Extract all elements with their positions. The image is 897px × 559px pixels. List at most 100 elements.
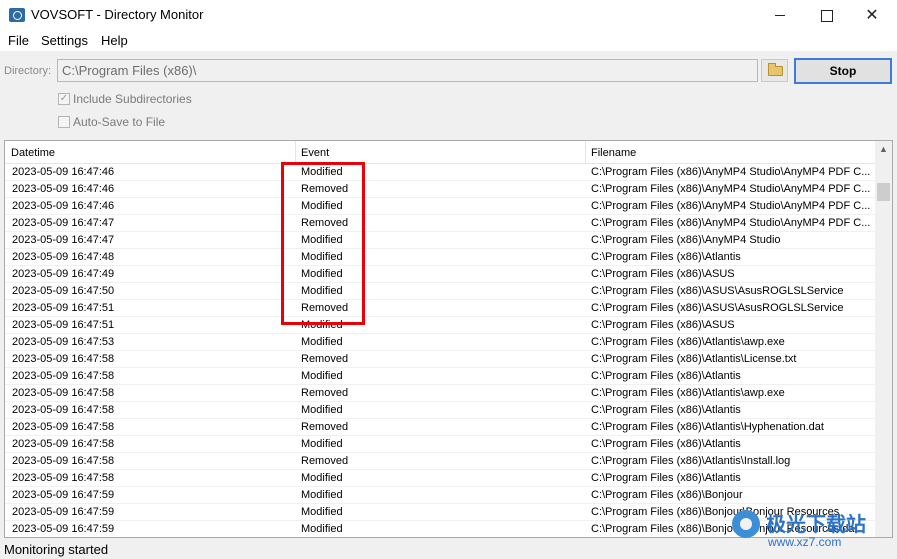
window-title: VOVSOFT - Directory Monitor (31, 7, 204, 22)
datetime-cell: 2023-05-09 16:47:59 (12, 523, 115, 535)
directory-input[interactable]: C:\Program Files (x86)\ (57, 59, 758, 82)
filename-cell: C:\Program Files (x86)\ASUS\AsusROGLSLSe… (591, 285, 844, 297)
datetime-cell: 2023-05-09 16:47:53 (12, 336, 115, 348)
auto-save-checkbox[interactable] (58, 116, 70, 128)
datetime-cell: 2023-05-09 16:47:46 (12, 200, 115, 212)
table-row[interactable]: 2023-05-09 16:47:58 Modified C:\Program Fi… (5, 368, 875, 385)
filename-cell: C:\Program Files (x86)\ASUS (591, 268, 735, 280)
datetime-cell: 2023-05-09 16:47:49 (12, 268, 115, 280)
event-cell: Modified (301, 489, 343, 501)
event-cell: Modified (301, 336, 343, 348)
table-row[interactable]: 2023-05-09 16:47:49 Modified C:\Program Fi… (5, 266, 875, 283)
table-row[interactable]: 2023-05-09 16:47:48 Modified C:\Program Fi… (5, 249, 875, 266)
datetime-cell: 2023-05-09 16:47:58 (12, 421, 115, 433)
event-column-highlight-box (281, 162, 365, 325)
event-cell: Modified (301, 370, 343, 382)
datetime-cell: 2023-05-09 16:47:46 (12, 183, 115, 195)
table-row[interactable]: 2023-05-09 16:47:59 Modified C:\Program Fi… (5, 487, 875, 504)
watermark-logo-icon (732, 510, 760, 538)
event-cell: Removed (301, 387, 349, 399)
datetime-cell: 2023-05-09 16:47:58 (12, 455, 115, 467)
event-cell: Modified (301, 506, 343, 518)
filename-cell: C:\Program Files (x86)\AnyMP4 Studio (591, 234, 781, 246)
datetime-cell: 2023-05-09 16:47:58 (12, 353, 115, 365)
datetime-cell: 2023-05-09 16:47:48 (12, 251, 115, 263)
column-header-filename[interactable]: Filename (586, 141, 875, 164)
vertical-scrollbar[interactable]: ▲ (875, 141, 892, 537)
filename-cell: C:\Program Files (x86)\AnyMP4 Studio\Any… (591, 166, 871, 178)
table-row[interactable]: 2023-05-09 16:47:50 Modified C:\Program Fi… (5, 283, 875, 300)
table-row[interactable]: 2023-05-09 16:47:58 Removed C:\Program Fil… (5, 385, 875, 402)
directory-label: Directory: (4, 65, 52, 77)
status-text: Monitoring started (4, 542, 109, 557)
filename-cell: C:\Program Files (x86)\Atlantis\awp.exe (591, 387, 785, 399)
datetime-cell: 2023-05-09 16:47:59 (12, 489, 115, 501)
table-row[interactable]: 2023-05-09 16:47:58 Modified C:\Program Fi… (5, 436, 875, 453)
table-header: Datetime Event Filename (5, 141, 875, 164)
maximize-button[interactable] (803, 0, 849, 31)
app-icon (9, 8, 25, 22)
table-row[interactable]: 2023-05-09 16:47:47 Modified C:\Program Fi… (5, 232, 875, 249)
table-row[interactable]: 2023-05-09 16:47:58 Removed C:\Program Fil… (5, 351, 875, 368)
filename-cell: C:\Program Files (x86)\ASUS\AsusROGLSLSe… (591, 302, 844, 314)
table-row[interactable]: 2023-05-09 16:47:51 Modified C:\Program Fi… (5, 317, 875, 334)
column-header-datetime[interactable]: Datetime (6, 141, 296, 164)
filename-cell: C:\Program Files (x86)\AnyMP4 Studio\Any… (591, 183, 871, 195)
watermark-url: www.xz7.com (768, 535, 842, 549)
minimize-button[interactable] (757, 0, 803, 31)
filename-cell: C:\Program Files (x86)\Atlantis (591, 251, 741, 263)
event-cell: Removed (301, 353, 349, 365)
table-row[interactable]: 2023-05-09 16:47:51 Removed C:\Program Fil… (5, 300, 875, 317)
table-row[interactable]: 2023-05-09 16:47:53 Modified C:\Program Fi… (5, 334, 875, 351)
table-row[interactable]: 2023-05-09 16:47:46 Removed C:\Program Fil… (5, 181, 875, 198)
table-row[interactable]: 2023-05-09 16:47:58 Removed C:\Program Fil… (5, 419, 875, 436)
table-row[interactable]: 2023-05-09 16:47:58 Modified C:\Program Fi… (5, 402, 875, 419)
filename-cell: C:\Program Files (x86)\ASUS (591, 319, 735, 331)
datetime-cell: 2023-05-09 16:47:59 (12, 506, 115, 518)
event-cell: Modified (301, 404, 343, 416)
close-button[interactable]: ✕ (849, 0, 895, 31)
event-cell: Modified (301, 472, 343, 484)
table-row[interactable]: 2023-05-09 16:47:46 Modified C:\Program Fi… (5, 198, 875, 215)
include-subdirectories-checkbox[interactable]: ✓ (58, 93, 70, 105)
datetime-cell: 2023-05-09 16:47:58 (12, 472, 115, 484)
events-table: Datetime Event Filename 2023-05-09 16:47… (4, 140, 893, 538)
filename-cell: C:\Program Files (x86)\Atlantis (591, 404, 741, 416)
filename-cell: C:\Program Files (x86)\Atlantis\License.… (591, 353, 797, 365)
scroll-thumb[interactable] (877, 183, 890, 201)
event-cell: Modified (301, 523, 343, 535)
filename-cell: C:\Program Files (x86)\AnyMP4 Studio\Any… (591, 217, 871, 229)
auto-save-label: Auto-Save to File (73, 115, 166, 129)
filename-cell: C:\Program Files (x86)\Atlantis\awp.exe (591, 336, 785, 348)
datetime-cell: 2023-05-09 16:47:47 (12, 217, 115, 229)
filename-cell: C:\Program Files (x86)\Bonjour (591, 489, 743, 501)
datetime-cell: 2023-05-09 16:47:51 (12, 302, 115, 314)
watermark: 极光下载站 www.xz7.com (732, 506, 892, 552)
filename-cell: C:\Program Files (x86)\Atlantis (591, 472, 741, 484)
table-row[interactable]: 2023-05-09 16:47:46 Modified C:\Program Fi… (5, 164, 875, 181)
table-row[interactable]: 2023-05-09 16:47:58 Modified C:\Program Fi… (5, 470, 875, 487)
datetime-cell: 2023-05-09 16:47:58 (12, 387, 115, 399)
stop-button[interactable]: Stop (794, 58, 892, 84)
filename-cell: C:\Program Files (x86)\Atlantis\Hyphenat… (591, 421, 824, 433)
menu-help[interactable]: Help (101, 33, 128, 48)
scroll-up-arrow-icon[interactable]: ▲ (875, 141, 892, 158)
datetime-cell: 2023-05-09 16:47:58 (12, 370, 115, 382)
datetime-cell: 2023-05-09 16:47:58 (12, 404, 115, 416)
datetime-cell: 2023-05-09 16:47:46 (12, 166, 115, 178)
datetime-cell: 2023-05-09 16:47:51 (12, 319, 115, 331)
datetime-cell: 2023-05-09 16:47:47 (12, 234, 115, 246)
menu-file[interactable]: File (8, 33, 29, 48)
browse-folder-button[interactable] (761, 59, 788, 82)
table-row[interactable]: 2023-05-09 16:47:58 Removed C:\Program Fil… (5, 453, 875, 470)
menu-settings[interactable]: Settings (41, 33, 88, 48)
table-row[interactable]: 2023-05-09 16:47:47 Removed C:\Program Fil… (5, 215, 875, 232)
filename-cell: C:\Program Files (x86)\Atlantis (591, 370, 741, 382)
filename-cell: C:\Program Files (x86)\Atlantis\Install.… (591, 455, 791, 467)
include-subdirectories-label: Include Subdirectories (73, 92, 192, 106)
column-header-event[interactable]: Event (296, 141, 586, 164)
menu-bar: File Settings Help (0, 31, 897, 51)
event-cell: Removed (301, 455, 349, 467)
datetime-cell: 2023-05-09 16:47:58 (12, 438, 115, 450)
watermark-title: 极光下载站 (766, 514, 866, 536)
